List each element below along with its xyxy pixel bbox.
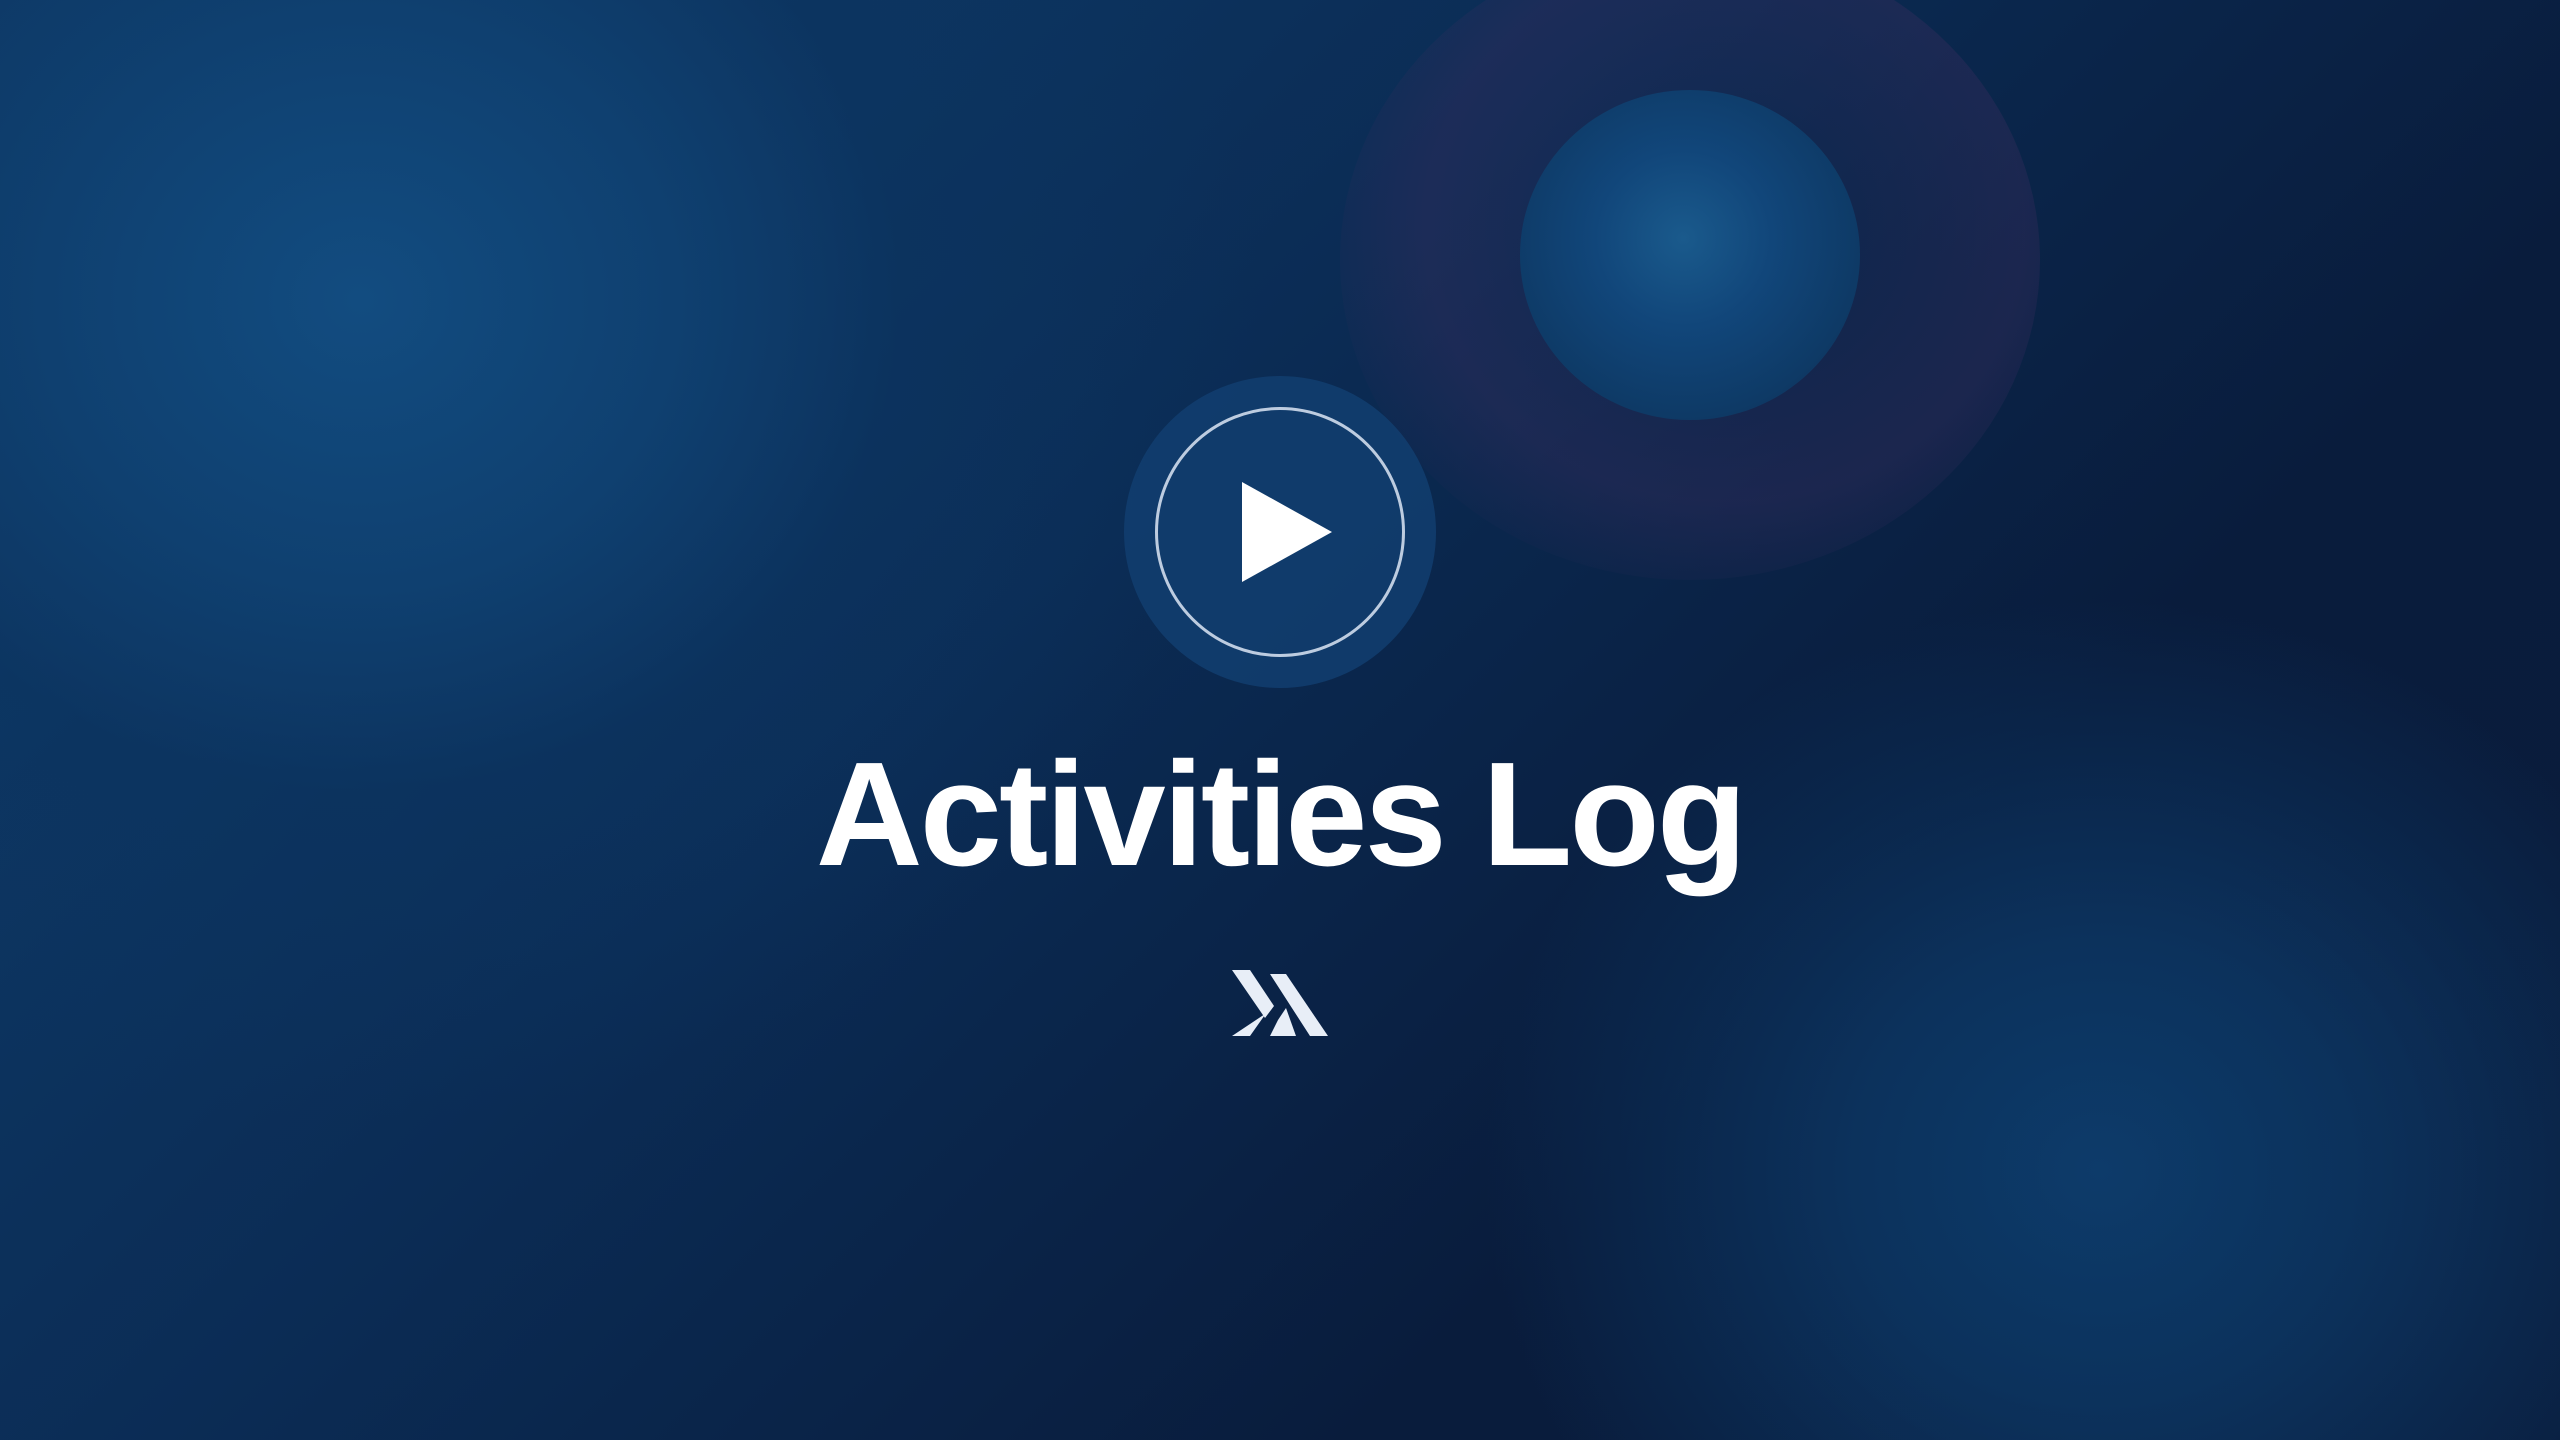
play-button-ring	[1155, 407, 1405, 657]
video-poster: Activities Log	[0, 0, 2560, 1440]
background-decoration-center	[1520, 90, 1860, 420]
play-button[interactable]	[1124, 376, 1436, 688]
play-icon	[1242, 482, 1332, 582]
brand-logo-icon	[1232, 970, 1328, 1036]
background-decoration	[1340, 0, 2040, 580]
page-title: Activities Log	[815, 732, 1747, 897]
